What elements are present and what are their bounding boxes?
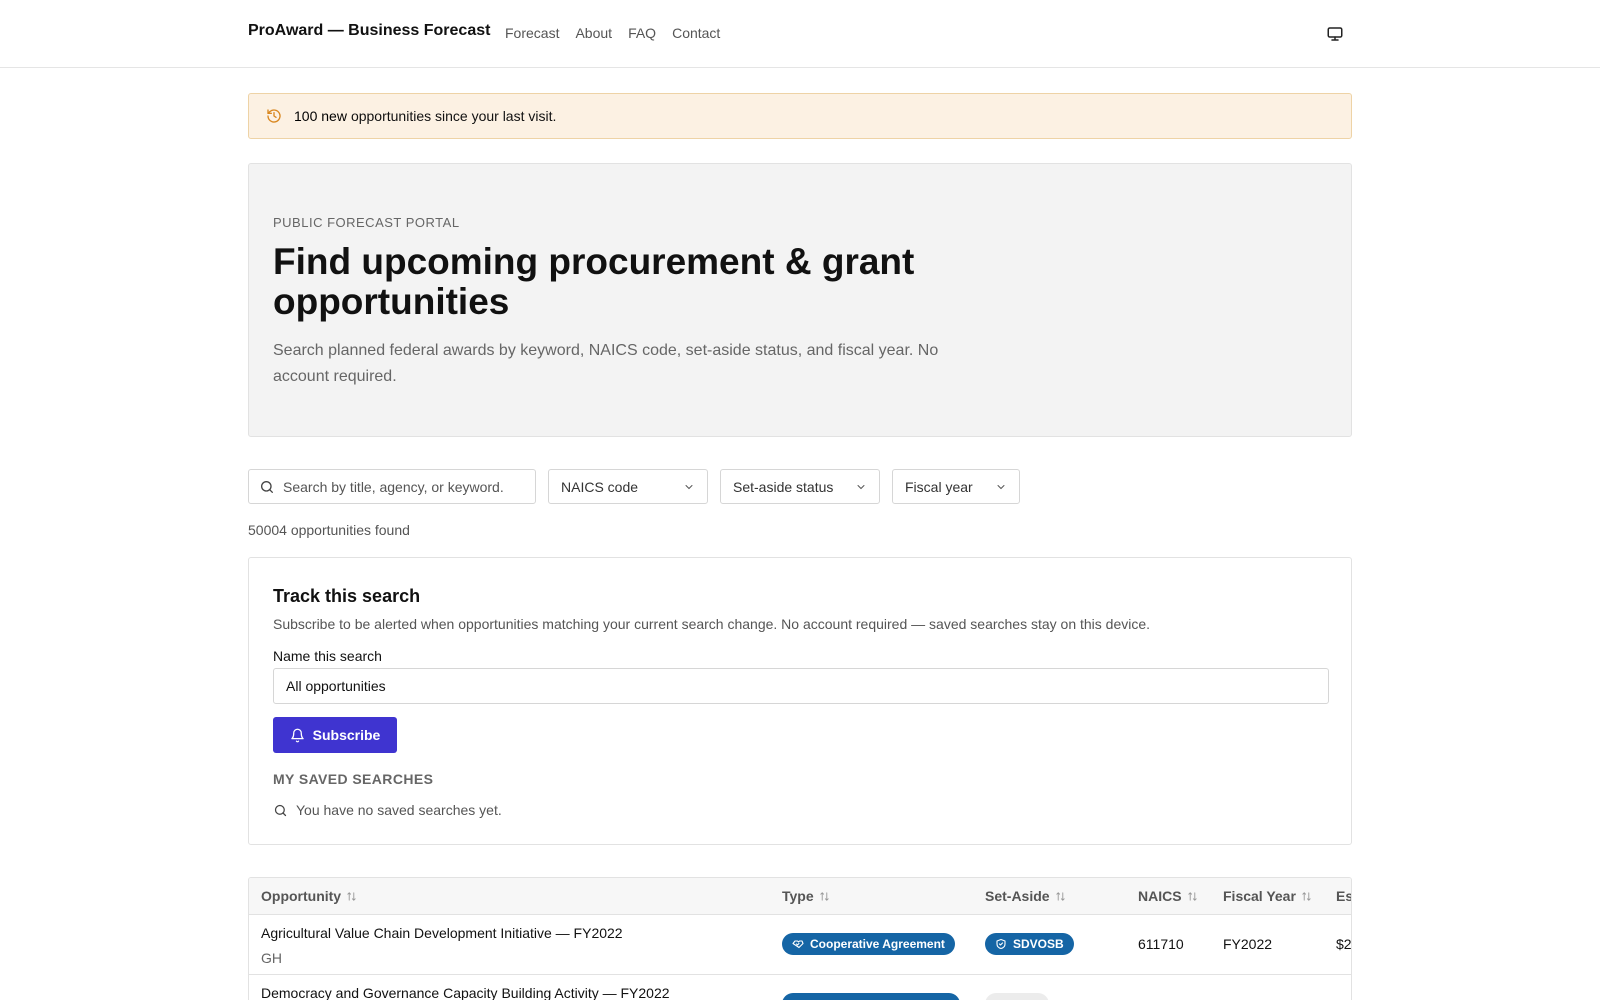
empty-text: You have no saved searches yet. xyxy=(296,802,502,818)
search-input[interactable] xyxy=(283,478,523,495)
column-label: Type xyxy=(782,888,814,904)
saved-searches-heading: MY SAVED SEARCHES xyxy=(273,771,434,787)
column-estimate[interactable]: Es xyxy=(1336,888,1352,904)
history-icon xyxy=(267,109,281,123)
nav-about[interactable]: About xyxy=(575,25,612,41)
top-bar: ProAward — Business Forecast Forecast Ab… xyxy=(0,0,1600,68)
new-opportunities-banner: 100 new opportunities since your last vi… xyxy=(248,93,1352,139)
naics-select[interactable]: NAICS code xyxy=(548,469,708,504)
sort-icon xyxy=(347,891,356,901)
sort-icon xyxy=(820,891,829,901)
hero-eyebrow: PUBLIC FORECAST PORTAL xyxy=(273,215,460,230)
column-naics[interactable]: NAICS xyxy=(1138,888,1198,904)
table-row[interactable]: Agricultural Value Chain Development Ini… xyxy=(249,915,1351,975)
column-label: Fiscal Year xyxy=(1223,888,1296,904)
saved-searches-empty: You have no saved searches yet. xyxy=(273,802,502,818)
column-label: Opportunity xyxy=(261,888,342,904)
opportunity-title[interactable]: Agricultural Value Chain Development Ini… xyxy=(261,925,623,941)
handshake-icon xyxy=(792,940,804,949)
opportunity-agency: GH xyxy=(261,950,282,966)
results-count: 50004 opportunities found xyxy=(248,522,410,538)
filter-bar: NAICS code Set-aside status Fiscal year xyxy=(248,469,1352,504)
subscribe-button[interactable]: Subscribe xyxy=(273,717,397,753)
chevron-down-icon xyxy=(685,484,693,489)
shield-icon xyxy=(996,938,1006,950)
naics-select-label: NAICS code xyxy=(561,478,639,495)
opportunities-table: Opportunity Type Set-Aside NAICS Fiscal … xyxy=(248,877,1352,1000)
estimate-value: $2 xyxy=(1336,936,1352,952)
type-badge: Cooperative Agreement xyxy=(782,933,955,955)
setaside-badge xyxy=(985,993,1049,1000)
setaside-select[interactable]: Set-aside status xyxy=(720,469,880,504)
table-header: Opportunity Type Set-Aside NAICS Fiscal … xyxy=(249,878,1351,915)
fiscal-year-select[interactable]: Fiscal year xyxy=(892,469,1020,504)
new-count: 100 new xyxy=(294,108,347,124)
column-type[interactable]: Type xyxy=(782,888,830,904)
sort-icon xyxy=(1187,891,1197,901)
setaside-badge: SDVOSB xyxy=(985,933,1074,955)
search-name-input[interactable] xyxy=(273,668,1329,704)
setaside-label: SDVOSB xyxy=(1013,937,1064,951)
main-nav: Forecast About FAQ Contact xyxy=(505,25,720,41)
monitor-icon[interactable] xyxy=(1326,25,1344,43)
sort-icon xyxy=(1055,891,1065,901)
hero-description: Search planned federal awards by keyword… xyxy=(273,342,939,385)
type-badge xyxy=(782,993,960,1000)
column-fiscal-year[interactable]: Fiscal Year xyxy=(1223,888,1312,904)
track-title: Track this search xyxy=(273,586,421,606)
chevron-down-icon xyxy=(997,484,1005,489)
type-label: Cooperative Agreement xyxy=(810,937,945,951)
search-box[interactable] xyxy=(248,469,536,504)
nav-forecast[interactable]: Forecast xyxy=(505,25,559,41)
column-opportunity[interactable]: Opportunity xyxy=(261,888,357,904)
nav-contact[interactable]: Contact xyxy=(672,25,720,41)
hero-title: Find upcoming procurement & grant opport… xyxy=(273,241,915,322)
brand-title[interactable]: ProAward — Business Forecast xyxy=(248,22,490,40)
notice-text: opportunities since your last visit. xyxy=(350,108,557,124)
column-label: Set-Aside xyxy=(985,888,1050,904)
track-subtitle: Subscribe to be alerted when opportuniti… xyxy=(273,616,1151,632)
nav-faq[interactable]: FAQ xyxy=(628,25,656,41)
search-icon xyxy=(261,480,273,493)
track-search-panel: Track this search Subscribe to be alerte… xyxy=(248,557,1352,845)
column-label: NAICS xyxy=(1138,888,1182,904)
search-icon xyxy=(274,804,287,816)
column-label: Es xyxy=(1336,888,1352,904)
name-search-label: Name this search xyxy=(273,648,382,664)
fiscal-year-value: FY2022 xyxy=(1223,936,1273,952)
opportunity-title[interactable]: Democracy and Governance Capacity Buildi… xyxy=(261,985,670,1000)
fiscal-year-select-label: Fiscal year xyxy=(905,478,973,495)
hero-section: PUBLIC FORECAST PORTAL Find upcoming pro… xyxy=(248,163,1352,437)
table-row[interactable]: Democracy and Governance Capacity Buildi… xyxy=(249,975,1351,1000)
subscribe-label: Subscribe xyxy=(312,727,381,743)
naics-value: 611710 xyxy=(1138,936,1184,952)
column-set-aside[interactable]: Set-Aside xyxy=(985,888,1066,904)
bell-icon xyxy=(290,728,304,742)
sort-icon xyxy=(1302,891,1311,901)
setaside-select-label: Set-aside status xyxy=(733,478,834,495)
chevron-down-icon xyxy=(857,484,865,489)
